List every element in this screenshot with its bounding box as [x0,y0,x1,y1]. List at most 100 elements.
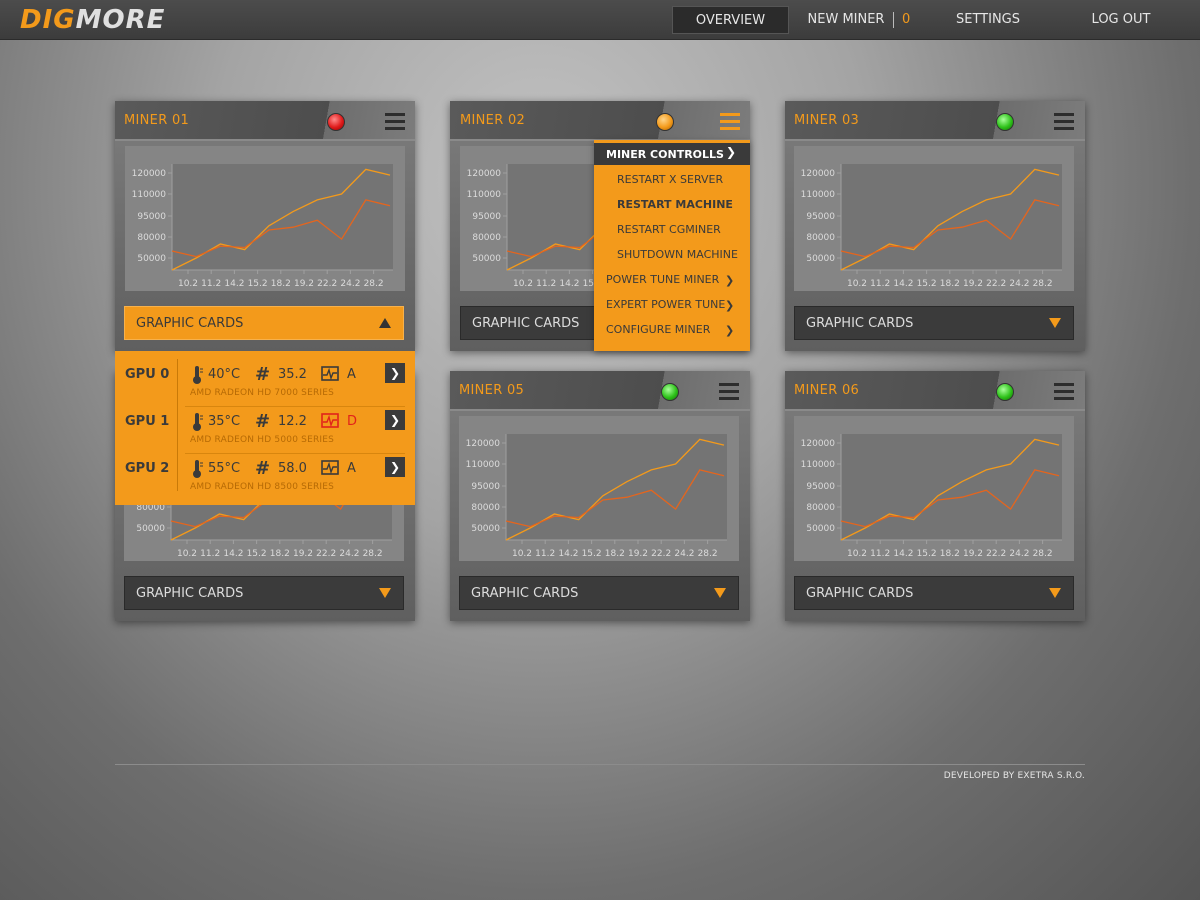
footer-divider [115,764,1085,765]
menu-item-restart-machine[interactable]: RESTART MACHINE [617,194,733,216]
x-tick-label: 28.2 [1033,279,1053,289]
y-tick-label: 95000 [472,212,501,222]
menu-icon[interactable] [1054,113,1074,130]
footer-credit: DEVELOPED BY EXETRA S.R.O. [943,771,1085,781]
x-tick-label: 14.2 [893,279,913,289]
x-tick-label: 18.2 [605,549,625,559]
y-tick-label: 120000 [801,439,836,449]
x-tick-label: 18.2 [271,279,291,289]
card-header: MINER 01 [115,101,415,141]
menu-icon[interactable] [1054,383,1074,400]
gpu-details-button[interactable]: ❯ [385,363,405,383]
graphic-cards-label: GRAPHIC CARDS [806,586,914,601]
menu-item-configure-miner[interactable]: CONFIGURE MINER [606,319,710,341]
x-tick-label: 14.2 [893,549,913,559]
nav-overview[interactable]: OVERVIEW [672,6,789,34]
graphic-cards-toggle[interactable]: GRAPHIC CARDS [459,576,739,610]
graphic-cards-label: GRAPHIC CARDS [472,316,580,331]
brand-logo[interactable]: DIGMORE [20,5,165,35]
miner-controls-menu: MINER CONTROLLS ❯ RESTART X SERVER RESTA… [594,140,750,351]
y-tick-label: 50000 [806,524,835,534]
graphic-cards-toggle[interactable]: GRAPHIC CARDS [794,576,1074,610]
graphic-cards-label: GRAPHIC CARDS [806,316,914,331]
x-tick-label: 28.2 [363,549,383,559]
thermometer-icon [193,460,203,478]
y-tick-label: 120000 [467,169,502,179]
hashrate-icon: # [255,411,271,432]
gpu-name: GPU 2 [125,461,170,476]
gpu-temperature: 35°C [208,414,241,429]
y-tick-label: 120000 [466,439,501,449]
chevron-right-icon: ❯ [725,324,735,337]
x-tick-label: 14.2 [223,549,243,559]
gpu-row: GPU 0 40°C # 35.2 A AMD RADEON HD 7000 S… [115,351,415,398]
miner-title: MINER 01 [124,113,190,128]
y-tick-label: 95000 [806,212,835,222]
graphic-cards-toggle[interactable]: GRAPHIC CARDS [124,306,404,340]
x-tick-label: 10.2 [513,279,533,289]
x-tick-label: 10.2 [512,549,532,559]
nav-new-miner[interactable]: NEW MINER [800,6,892,34]
thermometer-icon [193,366,203,384]
status-orange-icon [656,113,674,131]
gpu-details-button[interactable]: ❯ [385,457,405,477]
y-tick-label: 95000 [471,482,500,492]
plot-area [506,434,727,540]
plot-area [172,164,393,270]
y-tick-label: 95000 [806,482,835,492]
graphic-cards-label: GRAPHIC CARDS [136,316,244,331]
x-tick-label: 19.2 [628,549,648,559]
chevron-down-icon [714,588,726,598]
menu-icon[interactable] [385,113,405,130]
x-tick-label: 24.2 [674,549,694,559]
activity-icon [321,366,339,381]
hashrate-chart: 120000 110000 95000 80000 50000 10.211.214.2 1… [125,146,405,291]
menu-item-restart-x-server[interactable]: RESTART X SERVER [617,169,723,191]
menu-item-shutdown-machine[interactable]: SHUTDOWN MACHINE [617,244,738,266]
x-tick-label: 10.2 [178,279,198,289]
x-tick-label: 10.2 [847,549,867,559]
menu-item-restart-cgminer[interactable]: RESTART CGMINER [617,219,721,241]
x-tick-label: 11.2 [200,549,220,559]
y-tick-label: 50000 [471,524,500,534]
x-tick-label: 28.2 [698,549,718,559]
miner-title: MINER 05 [459,383,525,398]
gpu-row: GPU 2 55°C # 58.0 A AMD RADEON HD 8500 S… [115,445,415,492]
gpu-temperature: 40°C [208,367,241,382]
x-tick-label: 22.2 [317,279,337,289]
graphic-cards-label: GRAPHIC CARDS [136,586,244,601]
x-tick-label: 11.2 [201,279,221,289]
nav-logout[interactable]: LOG OUT [1080,6,1162,34]
x-tick-label: 24.2 [340,279,360,289]
graphic-cards-toggle[interactable]: GRAPHIC CARDS [794,306,1074,340]
y-tick-label: 80000 [472,233,501,243]
plot-area [841,164,1062,270]
hashrate-chart: 120000 110000 95000 80000 50000 10.211.214.2 1… [459,416,739,561]
menu-item-expert-power-tune[interactable]: EXPERT POWER TUNE [606,294,725,316]
gpu-details-button[interactable]: ❯ [385,410,405,430]
card-header: MINER 03 [785,101,1085,141]
card-header: MINER 02 [450,101,750,141]
graphic-cards-toggle[interactable]: GRAPHIC CARDS [124,576,404,610]
x-tick-label: 10.2 [847,279,867,289]
x-tick-label: 10.2 [177,549,197,559]
gpu-name: GPU 1 [125,414,170,429]
gpu-state: D [347,414,358,429]
chevron-right-icon: ❯ [725,274,735,287]
y-tick-label: 120000 [132,169,167,179]
menu-icon[interactable] [719,383,739,400]
status-red-icon [327,113,345,131]
nav-settings[interactable]: SETTINGS [946,6,1030,34]
menu-item-power-tune-miner[interactable]: POWER TUNE MINER [606,269,719,291]
y-tick-label: 110000 [801,190,836,200]
menu-icon[interactable] [720,113,740,130]
chevron-down-icon [379,588,391,598]
miner-card: MINER 01 120000 110000 95000 80000 50000 10.2… [115,101,415,351]
y-tick-label: 110000 [467,190,502,200]
x-tick-label: 28.2 [364,279,384,289]
menu-header[interactable]: MINER CONTROLLS ❯ [594,143,750,165]
x-tick-label: 15.2 [917,279,937,289]
x-tick-label: 15.2 [582,549,602,559]
x-tick-label: 28.2 [1033,549,1053,559]
x-tick-label: 24.2 [1009,279,1029,289]
